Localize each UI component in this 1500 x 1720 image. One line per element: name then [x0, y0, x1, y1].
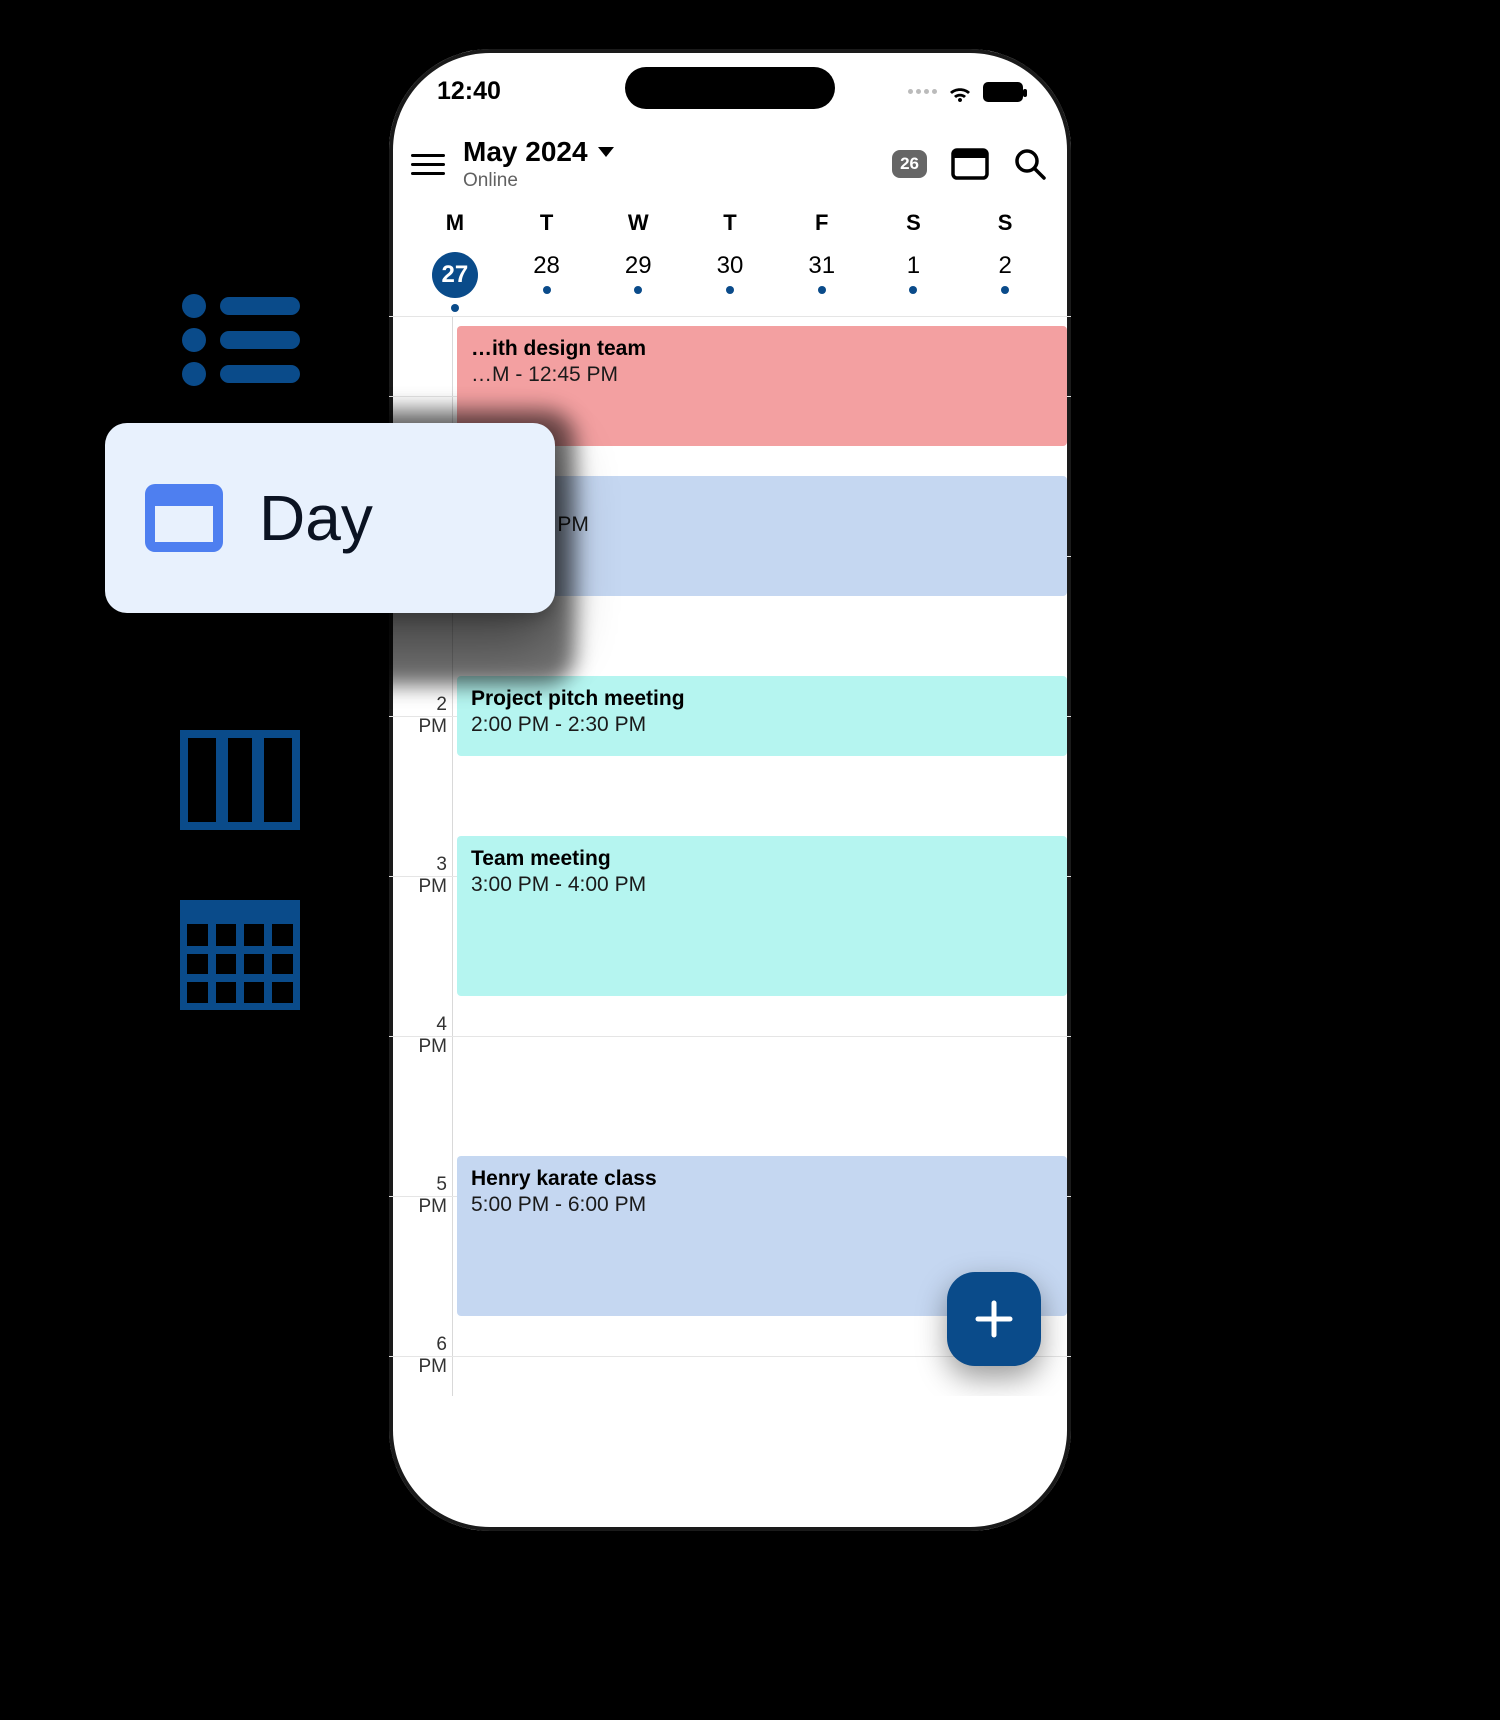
date-cell[interactable]: 31 — [776, 246, 868, 312]
weekday-label: W — [592, 210, 684, 236]
event-title: Henry karate class — [471, 1166, 1053, 1192]
header-title: May 2024 — [463, 136, 588, 168]
event-time: …M - 12:45 PM — [471, 362, 1053, 388]
phone-frame: 12:40 May 2024 Online 26 — [375, 35, 1085, 1545]
month-view-icon[interactable] — [180, 900, 300, 1010]
weekday-strip: M T W T F S S — [389, 202, 1071, 242]
calendar-event[interactable]: Project pitch meeting2:00 PM - 2:30 PM — [457, 676, 1067, 756]
date-cell[interactable]: 2 — [959, 246, 1051, 312]
weekday-label: S — [868, 210, 960, 236]
hour-label: 6PM — [389, 1334, 447, 1378]
event-time: 2:00 PM - 2:30 PM — [471, 712, 1053, 738]
event-title: …ith design team — [471, 336, 1053, 362]
date-cell[interactable]: 28 — [501, 246, 593, 312]
hour-label: 5PM — [389, 1174, 447, 1218]
today-button[interactable]: 26 — [892, 150, 927, 178]
day-view-selector[interactable]: Day — [105, 423, 555, 613]
weekday-label: S — [959, 210, 1051, 236]
hour-label: 4PM — [389, 1014, 447, 1058]
hour-label: 2PM — [389, 694, 447, 738]
wifi-icon — [947, 82, 973, 102]
view-mode-icon[interactable] — [951, 148, 989, 180]
date-cell[interactable]: 30 — [684, 246, 776, 312]
day-view-icon — [145, 484, 223, 552]
agenda-view-icon[interactable] — [180, 290, 300, 390]
add-event-button[interactable] — [947, 1272, 1041, 1366]
event-title: Project pitch meeting — [471, 686, 1053, 712]
plus-icon — [972, 1297, 1016, 1341]
date-cell[interactable]: 27 — [409, 246, 501, 312]
cellular-icon — [908, 89, 937, 94]
day-view-label: Day — [259, 481, 373, 555]
status-time: 12:40 — [437, 77, 501, 106]
date-cell[interactable]: 29 — [592, 246, 684, 312]
date-strip: 27 28 29 30 31 1 2 — [389, 242, 1071, 316]
search-icon[interactable] — [1013, 147, 1047, 181]
event-time: 5:00 PM - 6:00 PM — [471, 1192, 1053, 1218]
hour-label: 3PM — [389, 854, 447, 898]
weekday-label: F — [776, 210, 868, 236]
month-picker[interactable]: May 2024 — [463, 136, 874, 168]
calendar-event[interactable]: Team meeting3:00 PM - 4:00 PM — [457, 836, 1067, 996]
weekday-label: M — [409, 210, 501, 236]
event-title: Team meeting — [471, 846, 1053, 872]
week-view-icon[interactable] — [180, 730, 300, 830]
weekday-label: T — [501, 210, 593, 236]
app-header: May 2024 Online 26 — [389, 118, 1071, 202]
weekday-label: T — [684, 210, 776, 236]
chevron-down-icon — [598, 147, 614, 157]
event-time: 3:00 PM - 4:00 PM — [471, 872, 1053, 898]
hamburger-icon[interactable] — [411, 154, 445, 175]
view-selector-rail — [180, 290, 300, 1010]
date-cell[interactable]: 1 — [868, 246, 960, 312]
header-subtitle: Online — [463, 170, 874, 192]
battery-icon — [983, 82, 1023, 102]
dynamic-island — [625, 67, 835, 109]
